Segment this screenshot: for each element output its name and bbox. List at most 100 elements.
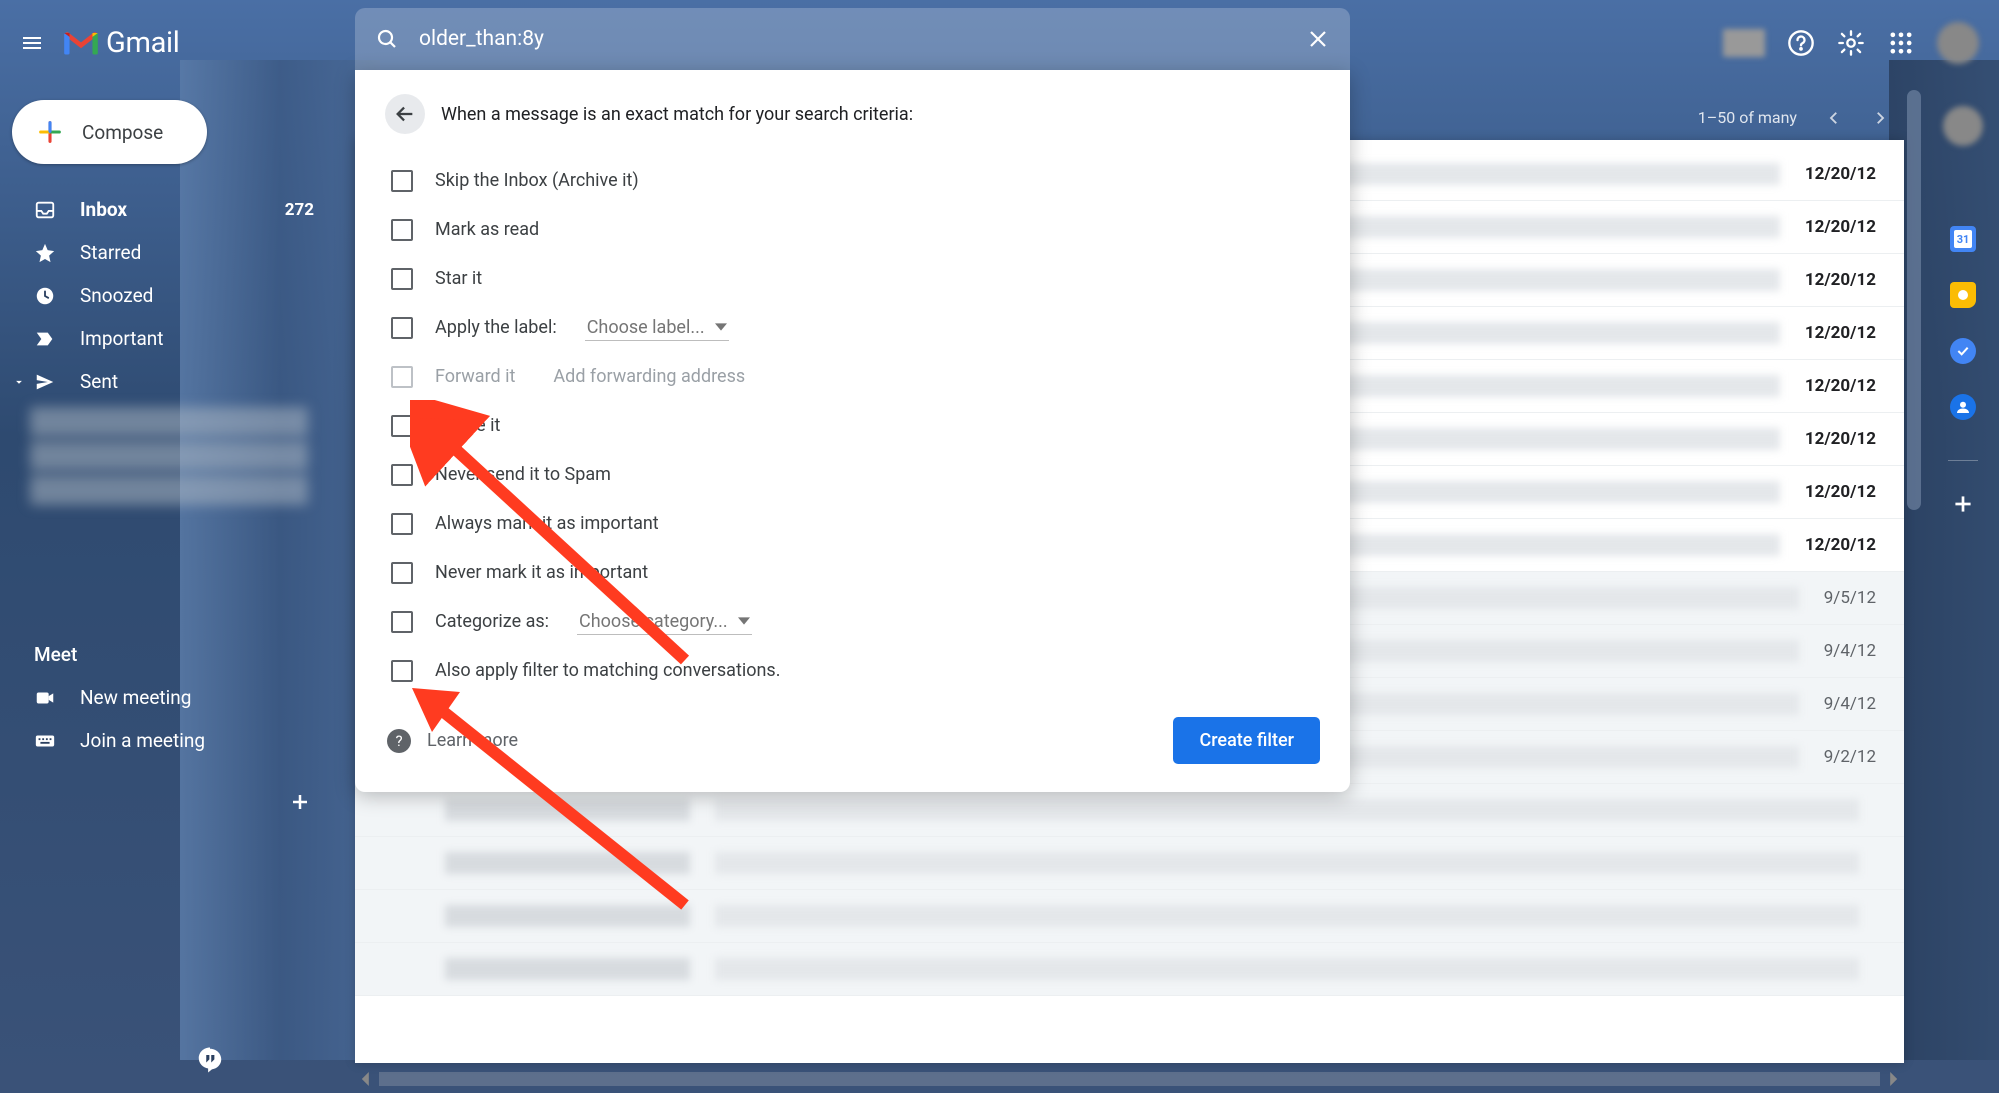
compose-plus-icon — [36, 118, 64, 146]
nav-important-label: Important — [80, 327, 164, 350]
search-icon[interactable] — [375, 27, 399, 51]
google-apps-icon[interactable] — [1887, 29, 1915, 57]
nav-blurred-item[interactable] — [30, 407, 308, 437]
search-clear-icon[interactable] — [1306, 27, 1330, 51]
filter-opt-categorize[interactable]: Categorize as:Choose category... — [385, 597, 1320, 646]
nav-join-meeting[interactable]: Join a meeting — [0, 719, 330, 762]
nav-sent[interactable]: Sent — [0, 360, 330, 403]
star-icon — [34, 242, 56, 264]
filter-opt-delete[interactable]: Delete it — [385, 401, 1320, 450]
checkbox[interactable] — [391, 562, 413, 584]
checkbox[interactable] — [391, 219, 413, 241]
calendar-icon[interactable]: 31 — [1950, 226, 1976, 252]
mail-sender-blurred — [445, 905, 690, 927]
nav-sent-label: Sent — [80, 370, 118, 393]
nav-new-meeting[interactable]: New meeting — [0, 676, 330, 719]
nav-starred[interactable]: Starred — [0, 231, 330, 274]
vertical-scrollbar[interactable] — [1907, 90, 1921, 510]
page-prev-icon[interactable] — [1825, 109, 1843, 127]
mail-date: 12/20/12 — [1805, 217, 1884, 237]
filter-opt-never-spam[interactable]: Never send it to Spam — [385, 450, 1320, 499]
checkbox[interactable] — [391, 660, 413, 682]
add-addon-icon[interactable] — [1950, 491, 1976, 517]
account-chip-blurred[interactable] — [1723, 29, 1765, 57]
checkbox[interactable] — [391, 513, 413, 535]
scroll-track[interactable] — [379, 1072, 1880, 1086]
mail-date: 12/20/12 — [1805, 323, 1884, 343]
settings-gear-icon[interactable] — [1837, 29, 1865, 57]
rail-divider — [1948, 460, 1978, 461]
mail-sender-blurred — [445, 958, 690, 980]
filter-criteria-panel: When a message is an exact match for you… — [355, 70, 1350, 792]
gmail-logo-text: Gmail — [106, 26, 180, 60]
rail-account-avatar[interactable] — [1943, 106, 1983, 146]
create-filter-button[interactable]: Create filter — [1173, 717, 1320, 764]
filter-opt-always-important[interactable]: Always mark it as important — [385, 499, 1320, 548]
horizontal-scrollbar[interactable] — [355, 1070, 1904, 1088]
nav-snoozed-label: Snoozed — [80, 284, 153, 307]
nav-important[interactable]: Important — [0, 317, 330, 360]
chevron-down-icon — [738, 615, 750, 627]
nav-inbox[interactable]: Inbox 272 — [0, 188, 330, 231]
sent-icon — [34, 371, 56, 393]
pagination: 1–50 of many — [1698, 108, 1889, 127]
add-forwarding-link[interactable]: Add forwarding address — [553, 366, 745, 387]
checkbox[interactable] — [391, 170, 413, 192]
nav-join-meeting-label: Join a meeting — [80, 729, 205, 752]
page-range: 1–50 of many — [1698, 108, 1797, 127]
choose-label-dropdown[interactable]: Choose label... — [585, 315, 729, 341]
filter-opt-never-important[interactable]: Never mark it as important — [385, 548, 1320, 597]
header-actions — [1723, 22, 1979, 64]
filter-opt-also-apply[interactable]: Also apply filter to matching conversati… — [385, 646, 1320, 695]
filter-opt-star[interactable]: Star it — [385, 254, 1320, 303]
nav-starred-label: Starred — [80, 241, 141, 264]
filter-opt-skip-inbox[interactable]: Skip the Inbox (Archive it) — [385, 156, 1320, 205]
filter-back-button[interactable] — [385, 94, 425, 134]
chevron-down-icon[interactable] — [12, 375, 26, 389]
mail-row[interactable] — [355, 890, 1904, 943]
filter-opt-mark-read[interactable]: Mark as read — [385, 205, 1320, 254]
keep-icon[interactable] — [1950, 282, 1976, 308]
checkbox[interactable] — [391, 415, 413, 437]
checkbox[interactable] — [391, 317, 413, 339]
gmail-logo[interactable]: Gmail — [64, 26, 180, 60]
mail-date: 12/20/12 — [1805, 164, 1884, 184]
page-next-icon[interactable] — [1871, 109, 1889, 127]
main-menu-icon[interactable] — [20, 31, 44, 55]
mail-sender-blurred — [445, 799, 690, 821]
search-input[interactable] — [419, 27, 1306, 51]
inbox-icon — [34, 199, 56, 221]
support-icon[interactable] — [1787, 29, 1815, 57]
tasks-icon[interactable] — [1950, 338, 1976, 364]
nav-snoozed[interactable]: Snoozed — [0, 274, 330, 317]
nav-blurred-item[interactable] — [30, 441, 308, 471]
mail-row[interactable] — [355, 837, 1904, 890]
mail-date: 9/2/12 — [1824, 747, 1884, 767]
search-bar[interactable] — [355, 8, 1350, 70]
mail-date: 9/5/12 — [1824, 588, 1884, 608]
video-icon — [34, 687, 56, 709]
hangouts-icon[interactable] — [195, 1045, 225, 1075]
scroll-left-icon[interactable] — [359, 1072, 373, 1086]
filter-panel-header: When a message is an exact match for you… — [385, 94, 1320, 134]
nav-inbox-label: Inbox — [80, 198, 127, 221]
nav-blurred-item[interactable] — [30, 475, 308, 505]
sidebar-add-icon[interactable] — [288, 790, 312, 814]
compose-button[interactable]: Compose — [12, 100, 207, 164]
choose-category-dropdown[interactable]: Choose category... — [577, 609, 752, 635]
scroll-right-icon[interactable] — [1886, 1072, 1900, 1086]
mail-content-blurred — [715, 958, 1859, 980]
checkbox[interactable] — [391, 464, 413, 486]
contacts-icon[interactable] — [1950, 394, 1976, 420]
filter-heading-text: When a message is an exact match for you… — [441, 104, 913, 125]
help-icon[interactable]: ? — [387, 729, 411, 753]
compose-label: Compose — [82, 121, 163, 144]
account-avatar[interactable] — [1937, 22, 1979, 64]
mail-row[interactable] — [355, 943, 1904, 996]
checkbox[interactable] — [391, 268, 413, 290]
learn-more-link[interactable]: Learn more — [427, 730, 518, 751]
gmail-logo-icon — [64, 30, 98, 56]
mail-date: 12/20/12 — [1805, 270, 1884, 290]
checkbox[interactable] — [391, 611, 413, 633]
filter-opt-apply-label[interactable]: Apply the label:Choose label... — [385, 303, 1320, 352]
